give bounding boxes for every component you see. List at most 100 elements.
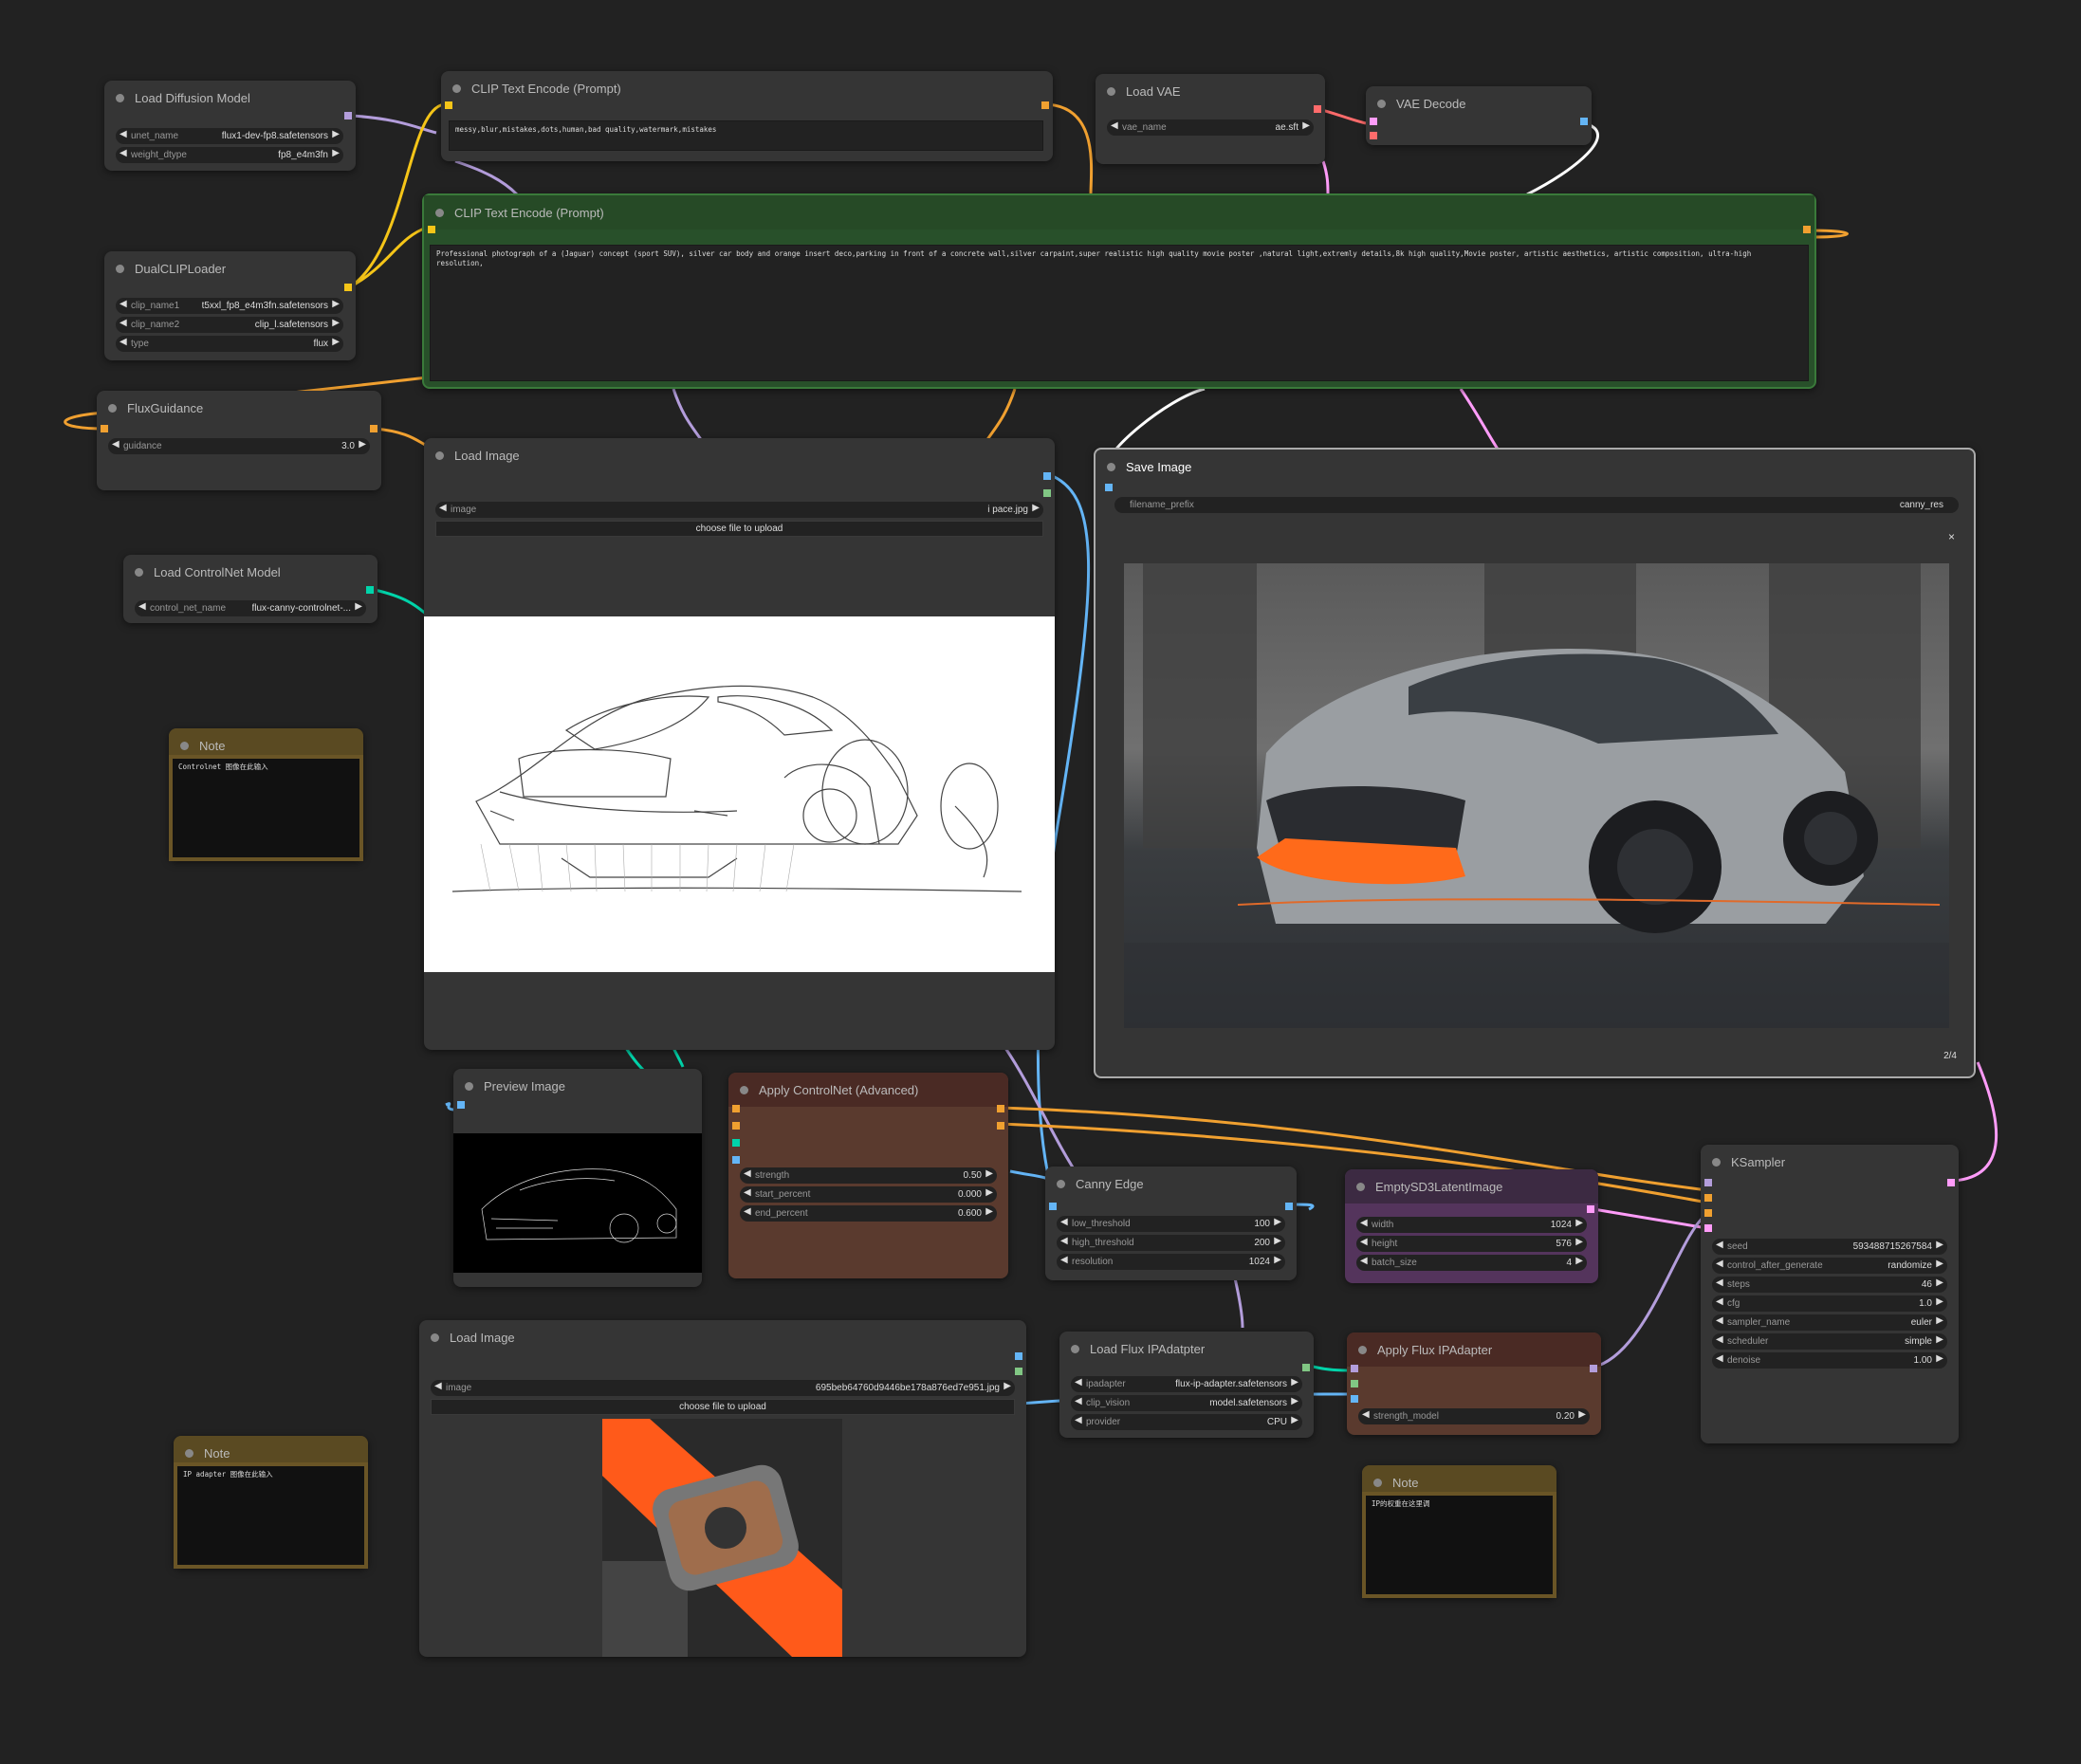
node-load-image-ipadapter[interactable]: Load Image ◀ image 695beb64760d9446be178a8… — [419, 1320, 1026, 1657]
strength-widget[interactable]: ◀ strength 0.50 ▶ — [740, 1167, 997, 1184]
node-flux-guidance[interactable]: FluxGuidance ◀ guidance 3.0 ▶ — [97, 391, 381, 490]
conditioning-output-slot[interactable] — [370, 425, 378, 432]
node-load-image-sketch[interactable]: Load Image ◀ image i pace.jpg ▶ choose file… — [424, 438, 1055, 1050]
node-collapse-dot[interactable] — [435, 451, 444, 460]
node-collapse-dot[interactable] — [452, 84, 461, 93]
resolution-widget[interactable]: ◀ resolution 1024 ▶ — [1057, 1254, 1285, 1270]
vae-input-slot[interactable] — [1370, 132, 1377, 139]
model-input-slot[interactable] — [1351, 1365, 1358, 1372]
conditioning-output-slot[interactable] — [1041, 101, 1049, 109]
end-percent-widget[interactable]: ◀ end_percent 0.600 ▶ — [740, 1205, 997, 1222]
node-empty-sd3-latent-image[interactable]: EmptySD3LatentImage ◀ width 1024 ▶ ◀ height 5… — [1345, 1169, 1598, 1283]
conditioning-output-slot[interactable] — [1803, 226, 1811, 233]
node-collapse-dot[interactable] — [465, 1082, 473, 1091]
latent-output-slot[interactable] — [1587, 1205, 1594, 1213]
note-textarea[interactable]: IP的权重在这里调 — [1362, 1492, 1556, 1598]
node-collapse-dot[interactable] — [1107, 87, 1115, 96]
images-input-slot[interactable] — [1105, 484, 1113, 491]
strength-model-widget[interactable]: ◀ strength_model 0.20 ▶ — [1358, 1408, 1590, 1424]
control-net-name-widget[interactable]: ◀ control_net_name flux-canny-controlnet-.… — [135, 600, 366, 616]
note-textarea[interactable]: Controlnet 图像在此输入 — [169, 755, 363, 861]
node-collapse-dot[interactable] — [1712, 1158, 1721, 1167]
ipadapter-widget[interactable]: ◀ ipadapter flux-ip-adapter.safetensors ▶ — [1071, 1376, 1302, 1392]
image-input-slot[interactable] — [732, 1156, 740, 1164]
node-clip-text-encode-positive[interactable]: CLIP Text Encode (Prompt) Professional p… — [422, 193, 1816, 389]
node-collapse-dot[interactable] — [431, 1333, 439, 1342]
node-vae-decode[interactable]: VAE Decode — [1366, 86, 1592, 145]
node-load-diffusion-model[interactable]: Load Diffusion Model ◀ unet_name flux1-dev… — [104, 81, 356, 171]
seed-widget[interactable]: ◀ seed 593488715267584 ▶ — [1712, 1239, 1947, 1255]
low-threshold-widget[interactable]: ◀ low_threshold 100 ▶ — [1057, 1216, 1285, 1232]
image-input-slot[interactable] — [1049, 1203, 1057, 1210]
high-threshold-widget[interactable]: ◀ high_threshold 200 ▶ — [1057, 1235, 1285, 1251]
upload-button[interactable]: choose file to upload — [431, 1399, 1015, 1415]
controlnet-output-slot[interactable] — [366, 586, 374, 594]
controlnet-input-slot[interactable] — [732, 1139, 740, 1147]
negative-output-slot[interactable] — [997, 1122, 1004, 1130]
ipadapter-output-slot[interactable] — [1302, 1364, 1310, 1371]
negative-input-slot[interactable] — [1704, 1209, 1712, 1217]
negative-prompt-textarea[interactable]: messy,blur,mistakes,dots,human,bad quali… — [449, 120, 1043, 151]
mask-output-slot[interactable] — [1015, 1368, 1022, 1375]
image-input-slot[interactable] — [1351, 1395, 1358, 1403]
images-input-slot[interactable] — [457, 1101, 465, 1109]
node-collapse-dot[interactable] — [185, 1449, 193, 1458]
height-widget[interactable]: ◀ height 576 ▶ — [1356, 1236, 1587, 1252]
samples-input-slot[interactable] — [1370, 118, 1377, 125]
node-collapse-dot[interactable] — [135, 568, 143, 577]
clip-name1-widget[interactable]: ◀ clip_name1 t5xxl_fp8_e4m3fn.safetensors ▶ — [116, 298, 343, 314]
node-collapse-dot[interactable] — [1373, 1479, 1382, 1487]
node-collapse-dot[interactable] — [180, 742, 189, 750]
image-output-slot[interactable] — [1285, 1203, 1293, 1210]
node-note-ipadapter[interactable]: Note IP adapter 图像在此输入 — [174, 1436, 368, 1569]
positive-prompt-textarea[interactable]: Professional photograph of a (Jaguar) co… — [430, 245, 1809, 381]
node-collapse-dot[interactable] — [1057, 1180, 1065, 1188]
model-input-slot[interactable] — [1704, 1179, 1712, 1186]
node-ksampler[interactable]: KSampler ◀ seed 593488715267584 ▶ ◀ control_… — [1701, 1145, 1959, 1443]
ipadapter-input-slot[interactable] — [1351, 1380, 1358, 1387]
node-collapse-dot[interactable] — [435, 209, 444, 217]
control-after-generate-widget[interactable]: ◀ control_after_generate randomize ▶ — [1712, 1258, 1947, 1274]
node-clip-text-encode-negative[interactable]: CLIP Text Encode (Prompt) messy,blur,mis… — [441, 71, 1053, 161]
width-widget[interactable]: ◀ width 1024 ▶ — [1356, 1217, 1587, 1233]
clip-vision-widget[interactable]: ◀ clip_vision model.safetensors ▶ — [1071, 1395, 1302, 1411]
batch-size-widget[interactable]: ◀ batch_size 4 ▶ — [1356, 1255, 1587, 1271]
node-dual-clip-loader[interactable]: DualCLIPLoader ◀ clip_name1 t5xxl_fp8_e4m3… — [104, 251, 356, 360]
node-apply-controlnet[interactable]: Apply ControlNet (Advanced) ◀ strength 0.5… — [728, 1073, 1008, 1278]
node-canny-edge[interactable]: Canny Edge ◀ low_threshold 100 ▶ ◀ high_thre… — [1045, 1167, 1297, 1280]
node-load-flux-ipadapter[interactable]: Load Flux IPAdatpter ◀ ipadapter flux-ip-a… — [1059, 1332, 1314, 1438]
cfg-widget[interactable]: ◀ cfg 1.0 ▶ — [1712, 1295, 1947, 1312]
clip-name2-widget[interactable]: ◀ clip_name2 clip_l.safetensors ▶ — [116, 317, 343, 333]
conditioning-input-slot[interactable] — [101, 425, 108, 432]
image-select-widget[interactable]: ◀ image 695beb64760d9446be178a876ed7e951.j… — [431, 1380, 1015, 1396]
node-collapse-dot[interactable] — [1356, 1183, 1365, 1191]
note-textarea[interactable]: IP adapter 图像在此输入 — [174, 1462, 368, 1569]
node-collapse-dot[interactable] — [116, 265, 124, 273]
vae-output-slot[interactable] — [1314, 105, 1321, 113]
node-preview-image[interactable]: Preview Image — [453, 1069, 702, 1287]
unet-name-widget[interactable]: ◀ unet_name flux1-dev-fp8.safetensors ▶ — [116, 128, 343, 144]
clip-output-slot[interactable] — [344, 284, 352, 291]
node-load-vae[interactable]: Load VAE ◀ vae_name ae.sft ▶ — [1096, 74, 1325, 164]
model-output-slot[interactable] — [1590, 1365, 1597, 1372]
vae-name-widget[interactable]: ◀ vae_name ae.sft ▶ — [1107, 119, 1314, 136]
guidance-widget[interactable]: ◀ guidance 3.0 ▶ — [108, 438, 370, 454]
clip-input-slot[interactable] — [445, 101, 452, 109]
positive-input-slot[interactable] — [732, 1105, 740, 1112]
close-gallery-button[interactable]: × — [1948, 530, 1955, 543]
latent-input-slot[interactable] — [1704, 1224, 1712, 1232]
denoise-widget[interactable]: ◀ denoise 1.00 ▶ — [1712, 1352, 1947, 1369]
node-load-controlnet-model[interactable]: Load ControlNet Model ◀ control_net_name f… — [123, 555, 378, 623]
node-collapse-dot[interactable] — [740, 1086, 748, 1094]
clip-input-slot[interactable] — [428, 226, 435, 233]
latent-output-slot[interactable] — [1947, 1179, 1955, 1186]
image-output-slot[interactable] — [1043, 472, 1051, 480]
node-note-ip-weight[interactable]: Note IP的权重在这里调 — [1362, 1465, 1556, 1598]
type-widget[interactable]: ◀ type flux ▶ — [116, 336, 343, 352]
node-note-controlnet[interactable]: Note Controlnet 图像在此输入 — [169, 728, 363, 861]
weight-dtype-widget[interactable]: ◀ weight_dtype fp8_e4m3fn ▶ — [116, 147, 343, 163]
upload-button[interactable]: choose file to upload — [435, 521, 1043, 537]
node-collapse-dot[interactable] — [108, 404, 117, 413]
positive-input-slot[interactable] — [1704, 1194, 1712, 1202]
model-output-slot[interactable] — [344, 112, 352, 119]
